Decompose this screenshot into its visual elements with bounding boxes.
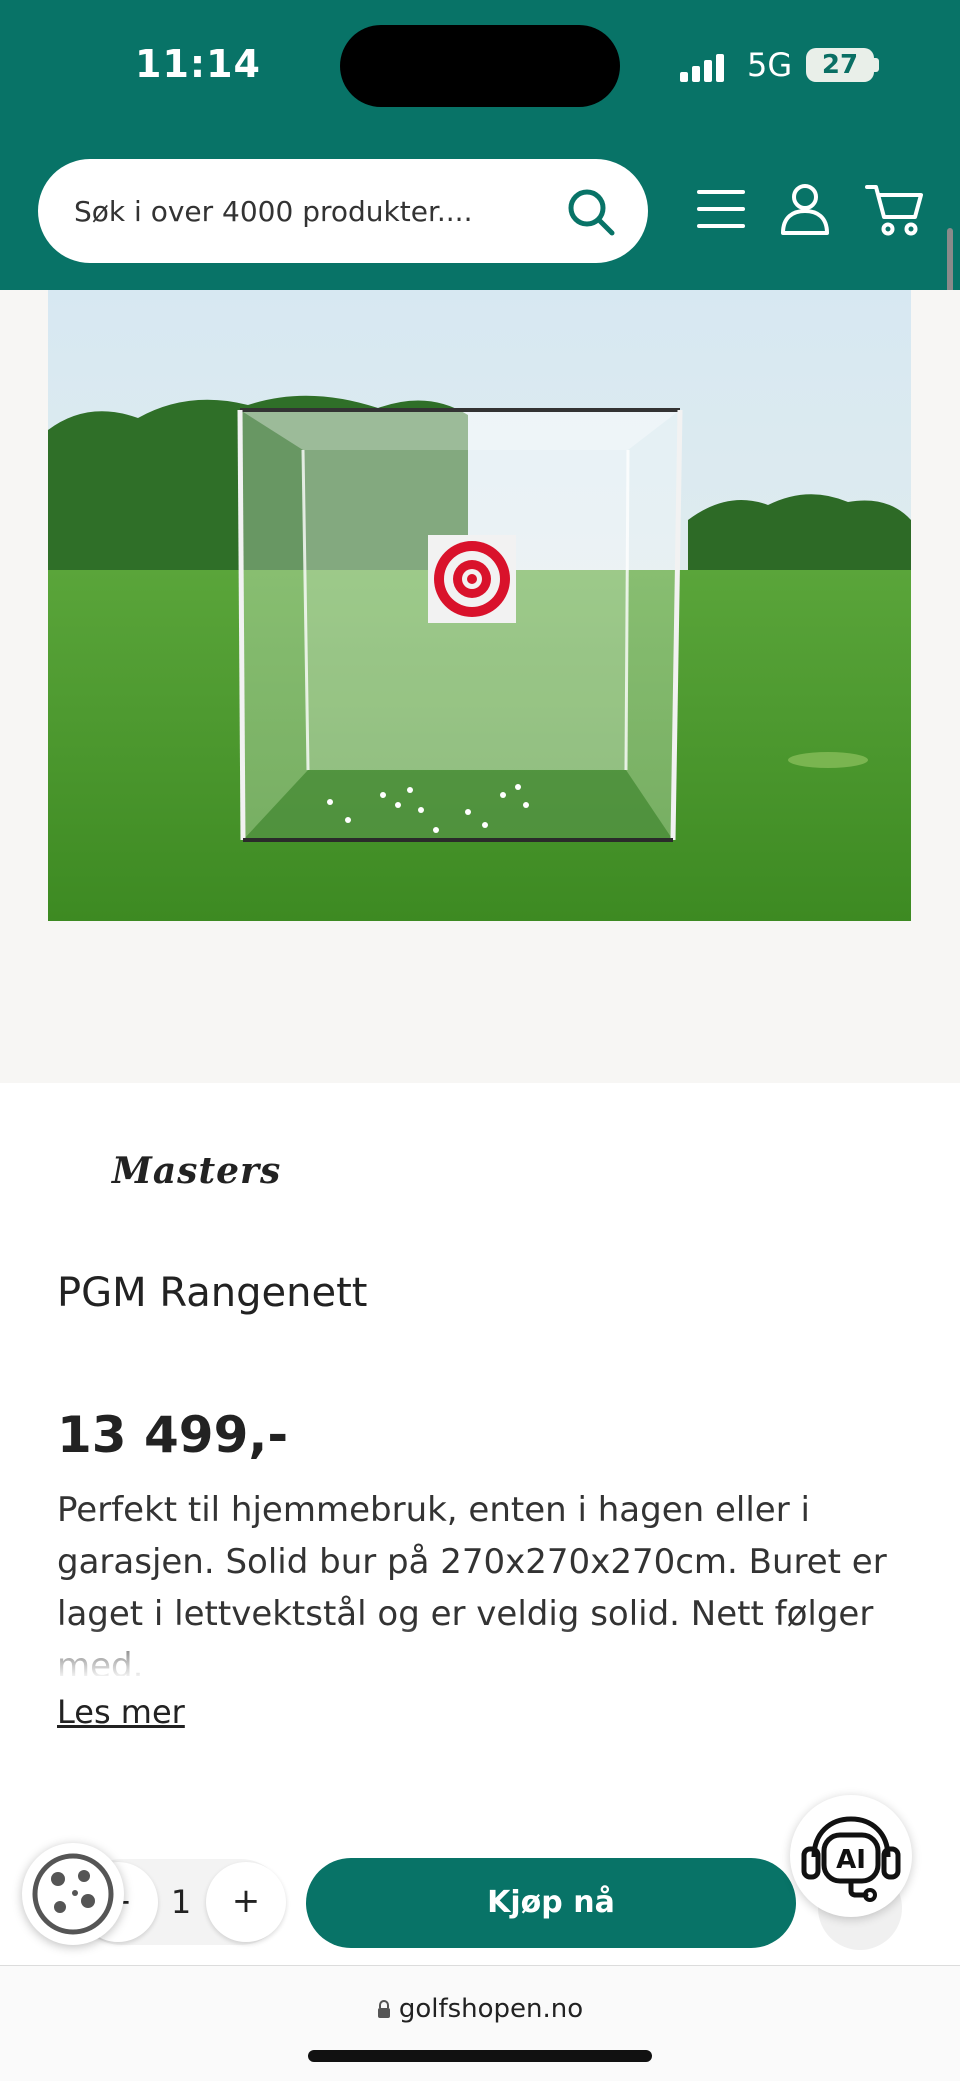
search-input[interactable] — [74, 159, 554, 263]
search-icon[interactable] — [565, 186, 617, 238]
description-fade — [0, 1625, 960, 1680]
user-icon[interactable] — [780, 183, 830, 235]
browser-address-bar[interactable]: golfshopen.no — [0, 1965, 960, 2081]
buy-now-button[interactable]: Kjøp nå — [306, 1858, 796, 1948]
url-display[interactable]: golfshopen.no — [0, 1994, 960, 2024]
quantity-value[interactable]: 1 — [158, 1859, 204, 1945]
search-bar[interactable] — [38, 159, 648, 263]
product-image[interactable] — [48, 290, 911, 921]
status-time: 11:14 — [135, 42, 261, 86]
product-title: PGM Rangenett — [57, 1270, 368, 1316]
cookie-settings-button[interactable] — [22, 1843, 124, 1945]
ai-assistant-button[interactable]: AI — [790, 1795, 912, 1917]
signal-icon — [680, 54, 724, 82]
site-header: 11:14 5G 27 — [0, 0, 960, 290]
battery-icon: 27 — [806, 48, 874, 82]
lock-icon — [377, 2000, 390, 2018]
network-label: 5G — [747, 46, 793, 84]
battery-nub — [874, 58, 879, 72]
ai-chat-icon: AI — [801, 1816, 901, 1902]
cookie-icon — [32, 1853, 114, 1935]
quantity-increase-button[interactable]: + — [206, 1862, 286, 1942]
brand-logo[interactable]: Masters — [112, 1150, 281, 1192]
home-indicator — [308, 2050, 652, 2062]
read-more-link[interactable]: Les mer — [57, 1693, 185, 1731]
url-text: golfshopen.no — [398, 1994, 584, 2024]
product-price: 13 499,- — [57, 1406, 289, 1464]
svg-text:AI: AI — [836, 1845, 866, 1875]
product-gallery — [0, 290, 960, 1083]
menu-icon[interactable] — [697, 186, 745, 232]
dynamic-island — [340, 25, 620, 107]
cart-icon[interactable] — [865, 183, 925, 237]
